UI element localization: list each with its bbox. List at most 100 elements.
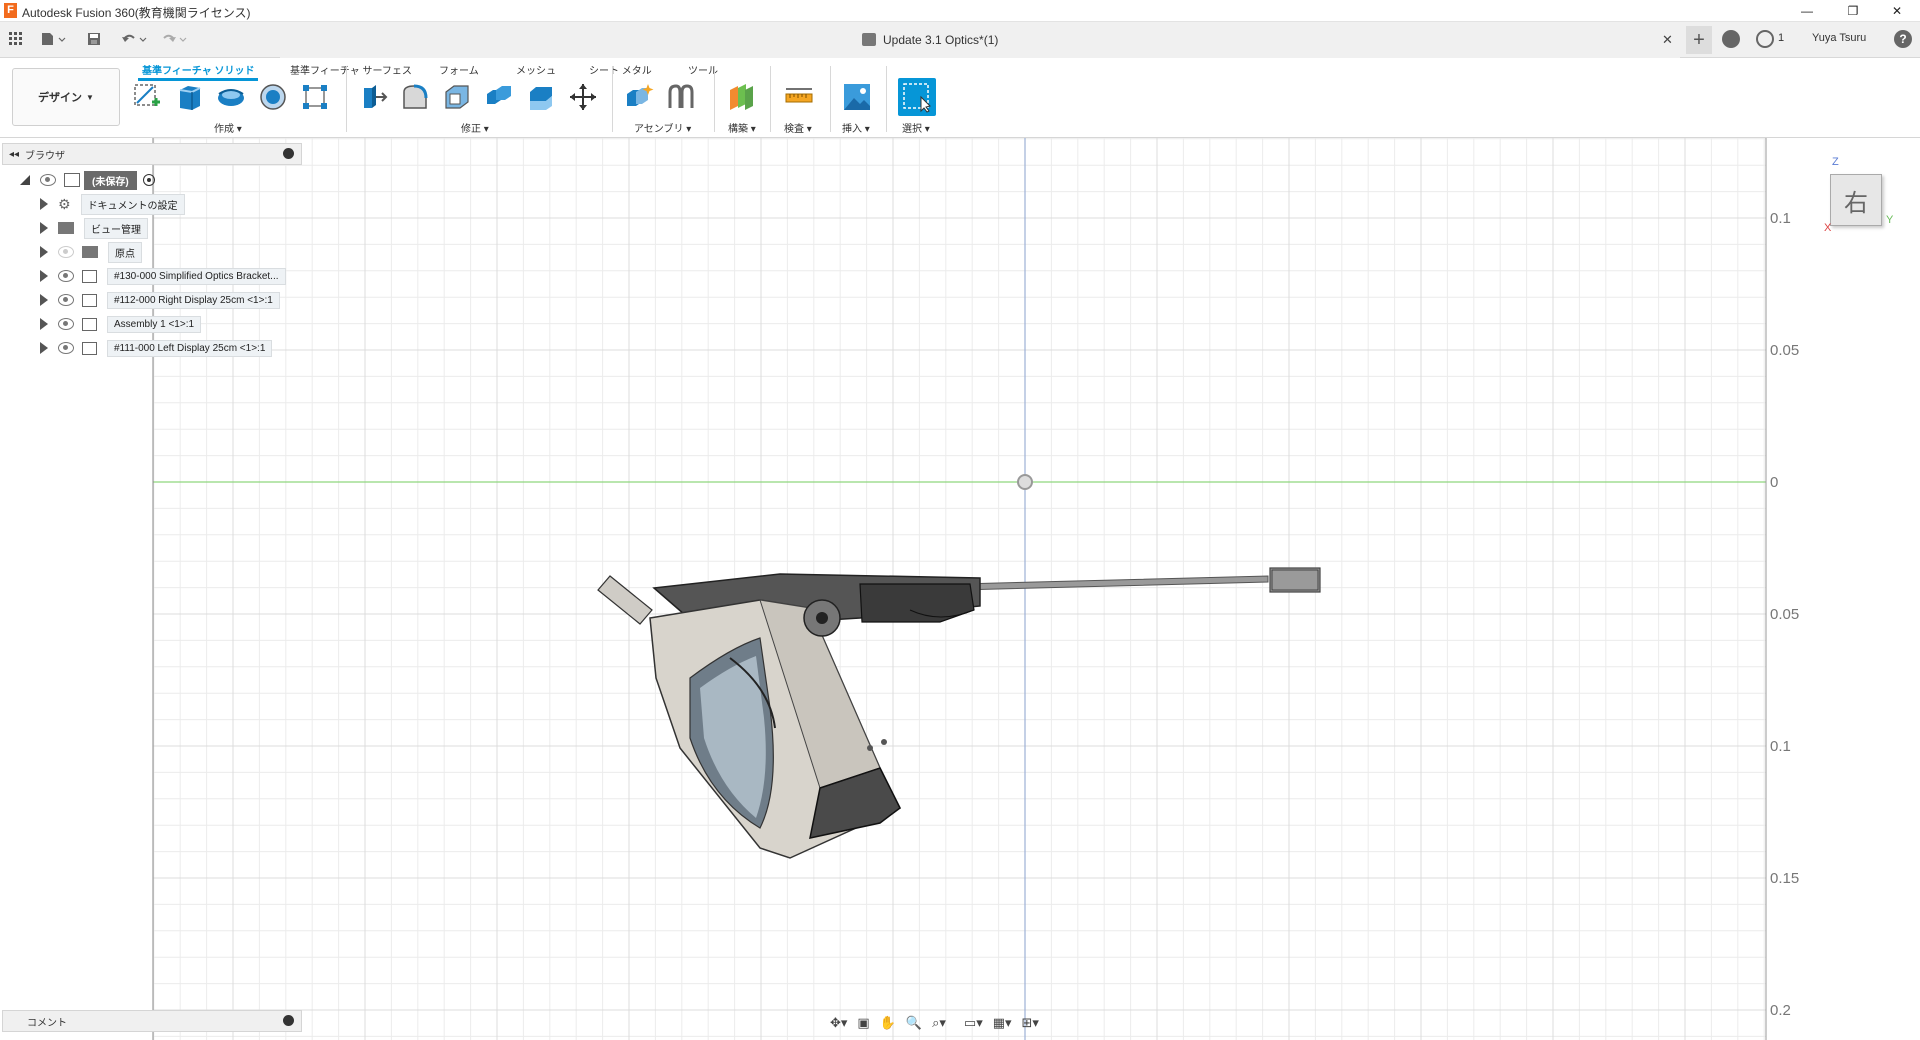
combine-button[interactable] xyxy=(482,80,516,114)
extrude-button[interactable] xyxy=(172,80,206,114)
user-name[interactable]: Yuya Tsuru xyxy=(1812,32,1866,44)
tab-tools[interactable]: ツール xyxy=(684,62,722,77)
visibility-eye-icon[interactable] xyxy=(58,318,74,330)
offset-plane-button[interactable] xyxy=(724,80,758,114)
pattern-button[interactable] xyxy=(298,80,332,114)
expand-arrow-icon[interactable] xyxy=(40,246,48,258)
ruler-label: 0.05 xyxy=(1770,606,1800,623)
application-bar: Update 3.1 Optics*(1) ✕ + 1 Yuya Tsuru ? xyxy=(0,22,1920,58)
modify-group-label[interactable]: 修正 ▾ xyxy=(461,120,489,135)
tab-surface[interactable]: 基準フィーチャ サーフェス xyxy=(286,62,416,77)
save-icon[interactable] xyxy=(84,28,104,50)
display-settings-icon[interactable]: ▭▾ xyxy=(964,1015,983,1031)
help-button[interactable]: ? xyxy=(1894,30,1912,48)
gear-icon: ⚙ xyxy=(58,195,71,212)
file-icon[interactable] xyxy=(38,28,70,50)
tree-root[interactable]: (未保存) xyxy=(0,168,320,192)
comments-panel[interactable]: コメント xyxy=(2,1010,302,1032)
viewports-icon[interactable]: ⊞▾ xyxy=(1022,1015,1039,1031)
minus-circle-icon[interactable] xyxy=(283,148,294,159)
insert-group-label[interactable]: 挿入 ▾ xyxy=(842,120,870,135)
viewcube-axis-x: X xyxy=(1824,222,1832,234)
window-title: Autodesk Fusion 360(教育機関ライセンス) xyxy=(22,6,251,20)
pan-icon[interactable]: ✋ xyxy=(880,1015,896,1031)
replace-face-button[interactable] xyxy=(524,80,558,114)
select-button[interactable] xyxy=(898,78,936,116)
tree-item-component[interactable]: #112-000 Right Display 25cm <1>:1 xyxy=(0,288,320,312)
sweep-button[interactable] xyxy=(256,80,290,114)
job-status-icon[interactable] xyxy=(1756,30,1774,48)
expand-arrow-icon[interactable] xyxy=(40,222,48,234)
viewcube[interactable]: 右 xyxy=(1830,174,1882,226)
shell-button[interactable] xyxy=(440,80,474,114)
tree-item-label: ビュー管理 xyxy=(84,217,148,239)
expand-triangle-icon[interactable] xyxy=(20,175,30,185)
activate-radio-icon[interactable] xyxy=(142,174,155,186)
tree-item-component[interactable]: #130-000 Simplified Optics Bracket... xyxy=(0,264,320,288)
visibility-eye-icon[interactable] xyxy=(40,174,56,186)
measure-button[interactable] xyxy=(782,80,816,114)
create-group-label[interactable]: 作成 ▾ xyxy=(214,120,242,135)
viewcube-face-label: 右 xyxy=(1844,189,1868,217)
tree-item-origin[interactable]: 原点 xyxy=(0,240,320,264)
add-comment-icon[interactable] xyxy=(283,1015,294,1026)
new-tab-button[interactable]: + xyxy=(1686,26,1712,54)
press-pull-button[interactable] xyxy=(356,80,390,114)
redo-icon[interactable] xyxy=(158,28,190,50)
browser-panel-header[interactable]: ◂◂ ブラウザ xyxy=(2,143,302,165)
chevron-down-icon: ▼ xyxy=(86,92,94,102)
insert-image-button[interactable] xyxy=(840,80,874,114)
folder-icon xyxy=(58,222,74,234)
model-optics-assembly[interactable] xyxy=(580,388,1340,868)
orbit-icon[interactable]: ✥▾ xyxy=(830,1015,847,1031)
grid-settings-icon[interactable]: ▦▾ xyxy=(993,1015,1012,1031)
tab-solid[interactable]: 基準フィーチャ ソリッド xyxy=(138,62,259,81)
construct-group-label[interactable]: 構築 ▾ xyxy=(728,120,756,135)
visibility-eye-icon[interactable] xyxy=(58,246,74,258)
tree-item-named-views[interactable]: ビュー管理 xyxy=(0,216,320,240)
tab-mesh[interactable]: メッシュ xyxy=(512,62,560,77)
close-tab-button[interactable]: ✕ xyxy=(1662,32,1673,48)
visibility-eye-icon[interactable] xyxy=(58,294,74,306)
new-component-button[interactable] xyxy=(622,80,656,114)
component-icon xyxy=(82,293,97,307)
expand-arrow-icon[interactable] xyxy=(40,198,48,210)
expand-arrow-icon[interactable] xyxy=(40,294,48,306)
extensions-icon[interactable] xyxy=(1722,30,1740,48)
document-icon xyxy=(862,33,876,46)
component-icon xyxy=(82,317,97,331)
tree-item-document-settings[interactable]: ⚙ ドキュメントの設定 xyxy=(0,192,320,216)
workspace-switcher[interactable]: デザイン ▼ xyxy=(12,68,120,126)
expand-arrow-icon[interactable] xyxy=(40,270,48,282)
joint-button[interactable] xyxy=(664,80,698,114)
tree-item-component[interactable]: Assembly 1 <1>:1 xyxy=(0,312,320,336)
inspect-group-label[interactable]: 検査 ▾ xyxy=(784,120,812,135)
fillet-button[interactable] xyxy=(398,80,432,114)
expand-arrow-icon[interactable] xyxy=(40,318,48,330)
tree-item-component[interactable]: #111-000 Left Display 25cm <1>:1 xyxy=(0,336,320,360)
restore-button[interactable]: ❐ xyxy=(1830,0,1876,22)
visibility-eye-icon[interactable] xyxy=(58,270,74,282)
create-sketch-button[interactable] xyxy=(130,80,164,114)
workspace-label: デザイン xyxy=(38,92,83,104)
select-group-label[interactable]: 選択 ▾ xyxy=(902,120,930,135)
visibility-eye-icon[interactable] xyxy=(58,342,74,354)
undo-icon[interactable] xyxy=(118,28,150,50)
fit-icon[interactable]: ⌕▾ xyxy=(932,1015,946,1031)
collapse-icon[interactable]: ◂◂ xyxy=(9,149,19,160)
close-window-button[interactable]: ✕ xyxy=(1874,0,1920,22)
expand-arrow-icon[interactable] xyxy=(40,342,48,354)
grid-icon[interactable] xyxy=(6,28,26,50)
create-label: 作成 xyxy=(214,124,234,135)
tab-sheet-metal[interactable]: シート メタル xyxy=(585,62,656,77)
tab-form[interactable]: フォーム xyxy=(435,62,483,77)
root-label[interactable]: (未保存) xyxy=(84,170,137,190)
look-at-icon[interactable]: ▣ xyxy=(857,1015,869,1031)
modify-label: 修正 xyxy=(461,124,481,135)
move-copy-button[interactable] xyxy=(566,80,600,114)
zoom-icon[interactable]: 🔍 xyxy=(906,1015,922,1031)
revolve-button[interactable] xyxy=(214,80,248,114)
assemble-group-label[interactable]: アセンブリ ▾ xyxy=(634,120,691,135)
minimize-button[interactable]: — xyxy=(1784,0,1830,22)
document-tab[interactable]: Update 3.1 Optics*(1) ✕ xyxy=(280,22,1680,58)
